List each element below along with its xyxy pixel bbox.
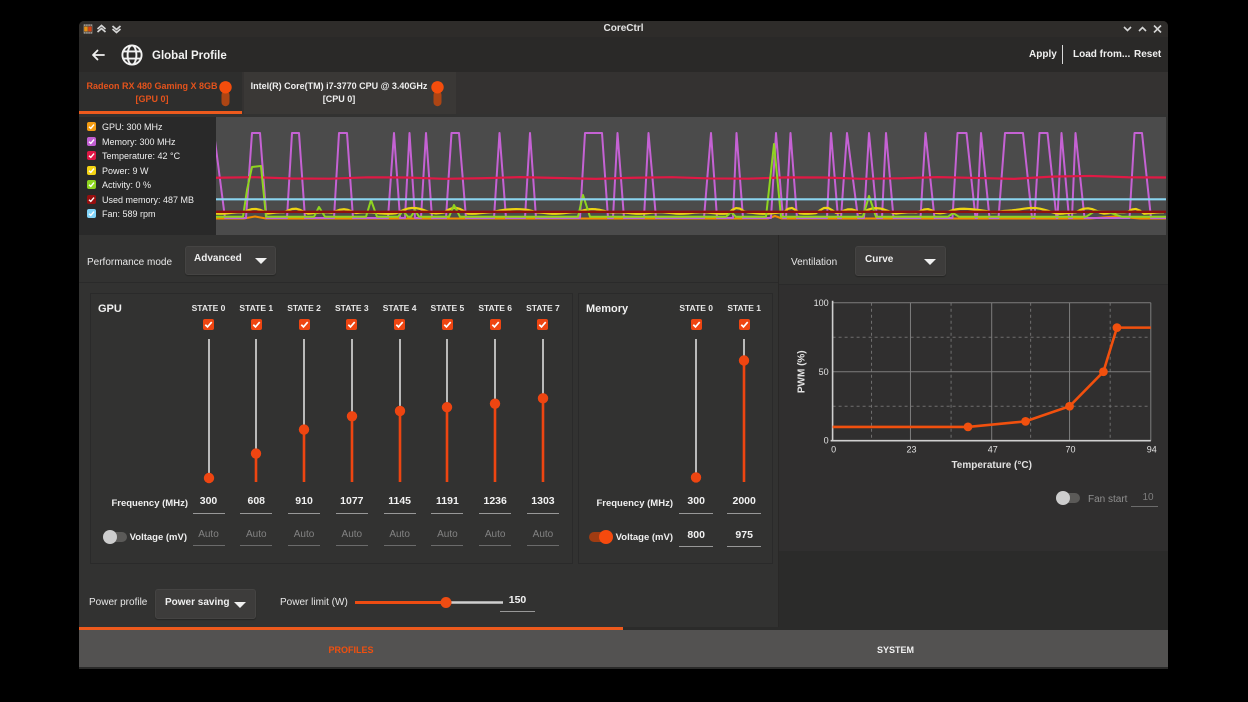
- svg-text:70: 70: [1066, 445, 1076, 455]
- svg-text:23: 23: [906, 445, 916, 455]
- svg-text:0: 0: [824, 436, 829, 446]
- svg-text:47: 47: [988, 445, 998, 455]
- svg-text:PWM (%): PWM (%): [797, 350, 808, 393]
- svg-text:0: 0: [831, 445, 836, 455]
- svg-text:Temperature (°C): Temperature (°C): [951, 460, 1032, 471]
- svg-text:50: 50: [819, 367, 829, 377]
- svg-text:94: 94: [1147, 445, 1157, 455]
- svg-text:100: 100: [814, 298, 829, 308]
